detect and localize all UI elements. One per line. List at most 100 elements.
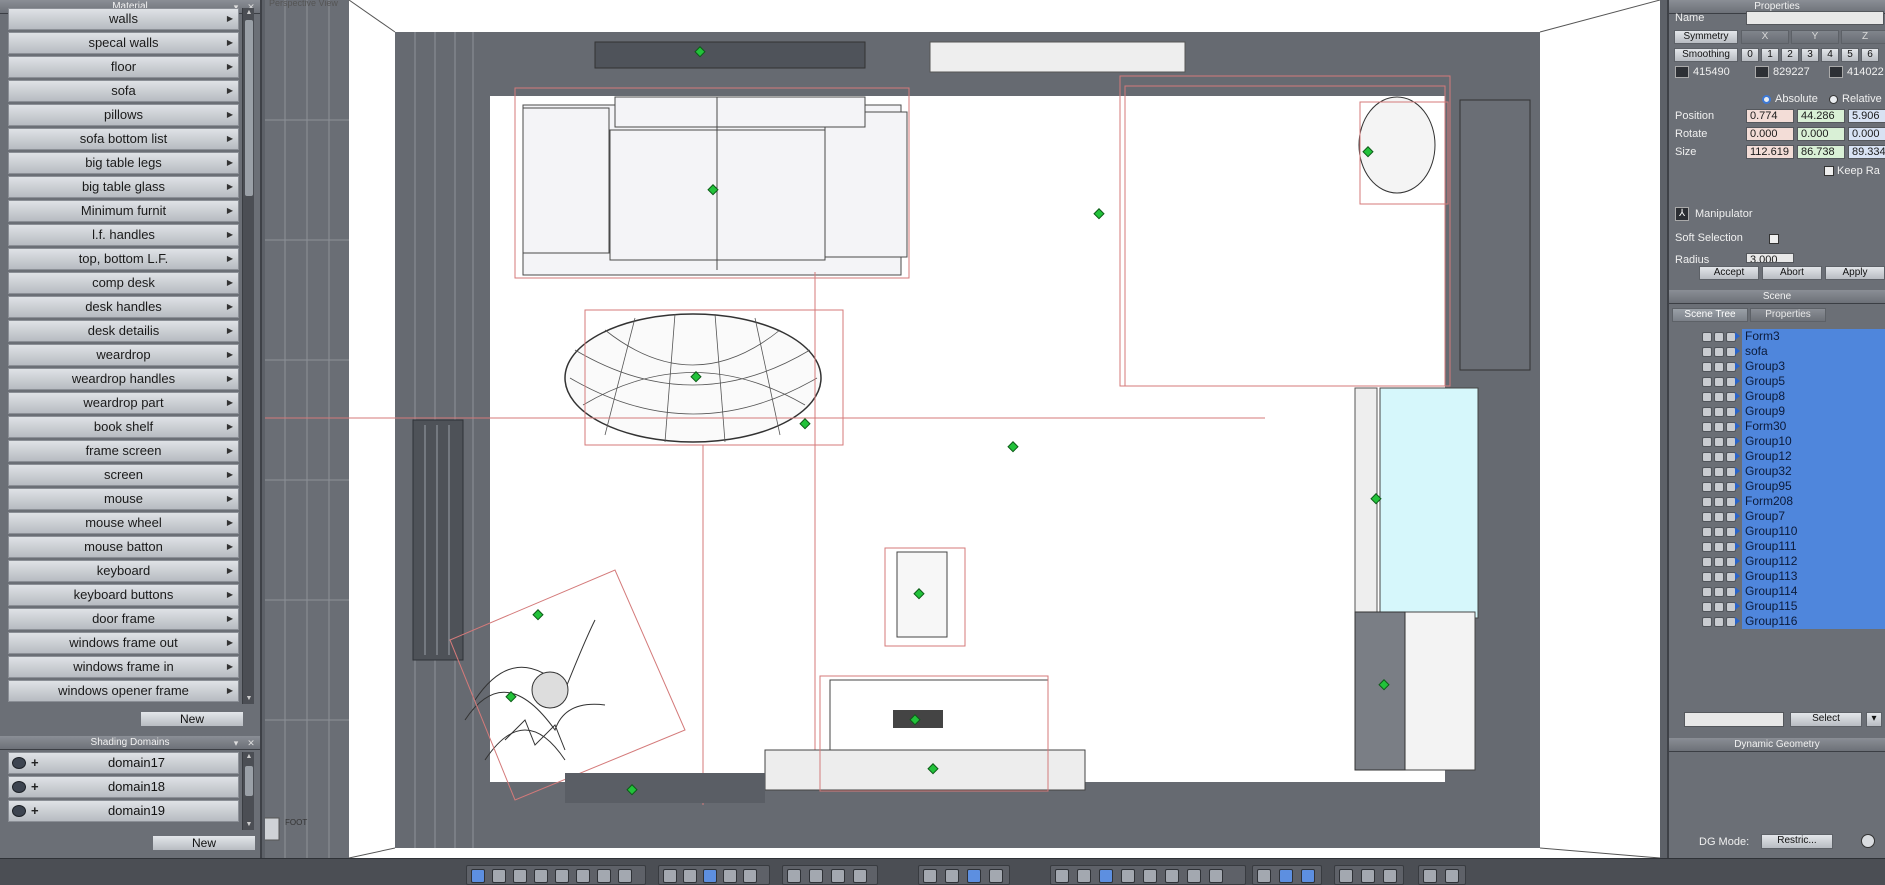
soft-selection-checkbox[interactable] (1769, 234, 1779, 244)
shaded-sphere-icon[interactable] (1187, 869, 1201, 883)
cube-icon[interactable] (1339, 869, 1353, 883)
scene-tree-row[interactable]: Group112 (1672, 554, 1885, 569)
material-item[interactable]: windows frame out ▶ (8, 632, 239, 654)
expand-arrow-icon[interactable]: ▶ (227, 369, 233, 389)
expand-arrow-icon[interactable]: ▶ (227, 585, 233, 605)
pencil-icon[interactable] (663, 869, 677, 883)
size-z-field[interactable]: 89.334 (1848, 145, 1885, 159)
settings-icon[interactable] (1445, 869, 1459, 883)
layout-split-icon[interactable] (513, 869, 527, 883)
palette-icon[interactable] (723, 869, 737, 883)
smooth-sphere-icon[interactable] (1165, 869, 1179, 883)
eye-icon[interactable] (12, 781, 26, 793)
material-new-button[interactable]: New (140, 711, 244, 727)
expand-arrow-icon[interactable]: ▶ (227, 129, 233, 149)
eye-icon[interactable] (1714, 542, 1724, 552)
expand-arrow-icon[interactable]: ▶ (227, 105, 233, 125)
grid-blue-icon[interactable] (703, 869, 717, 883)
lock-icon[interactable] (1702, 347, 1712, 357)
plus-icon[interactable]: + (31, 801, 39, 821)
lock-icon[interactable] (1702, 467, 1712, 477)
shading-scrollbar[interactable]: ▲ ▼ (242, 752, 254, 830)
layout-quad-icon[interactable] (492, 869, 506, 883)
scene-tree-row[interactable]: Form30 (1672, 419, 1885, 434)
smoothing-level-button[interactable]: 3 (1801, 48, 1819, 62)
expand-arrow-icon[interactable] (1735, 542, 1740, 550)
lock-icon[interactable] (1702, 512, 1712, 522)
symmetry-axis-z[interactable]: Z (1841, 30, 1885, 44)
eye-icon[interactable] (1714, 347, 1724, 357)
tab-properties[interactable]: Properties (1750, 308, 1826, 322)
scene-tree-row[interactable]: Group110 (1672, 524, 1885, 539)
light-icon[interactable] (1257, 869, 1271, 883)
rotate-z-field[interactable]: 0.000 (1848, 127, 1885, 141)
light-blue-icon[interactable] (1279, 869, 1293, 883)
lock-icon[interactable] (1702, 572, 1712, 582)
eye-icon[interactable] (1714, 527, 1724, 537)
expand-arrow-icon[interactable]: ▶ (227, 153, 233, 173)
expand-arrow-icon[interactable] (1735, 587, 1740, 595)
expand-arrow-icon[interactable] (1735, 467, 1740, 475)
eye-icon[interactable] (1714, 452, 1724, 462)
layout-single-icon[interactable] (471, 869, 485, 883)
layout-triple-icon[interactable] (555, 869, 569, 883)
scene-tree-row[interactable]: Group113 (1672, 569, 1885, 584)
basket-mesh[interactable] (1358, 96, 1436, 194)
lock-icon[interactable] (1702, 482, 1712, 492)
eye-icon[interactable] (1714, 407, 1724, 417)
material-item[interactable]: Minimum furnit ▶ (8, 200, 239, 222)
expand-arrow-icon[interactable] (1735, 497, 1740, 505)
absolute-radio[interactable] (1762, 95, 1771, 104)
expand-arrow-icon[interactable]: ▶ (227, 345, 233, 365)
menu-arrow-icon[interactable]: ▾ (230, 737, 242, 749)
scene-search-input[interactable] (1684, 712, 1784, 727)
expand-arrow-icon[interactable] (1735, 407, 1740, 415)
scene-tree-row[interactable]: Group8 (1672, 389, 1885, 404)
material-item[interactable]: specal walls ▶ (8, 32, 239, 54)
expand-arrow-icon[interactable]: ▶ (227, 489, 233, 509)
material-item[interactable]: windows frame in ▶ (8, 656, 239, 678)
eye-icon[interactable] (1714, 482, 1724, 492)
scene-tree-row[interactable]: Group7 (1672, 509, 1885, 524)
rotate-x-field[interactable]: 0.000 (1746, 127, 1794, 141)
lock-icon[interactable] (1702, 602, 1712, 612)
select-arrow-icon[interactable] (989, 869, 1003, 883)
select-dropdown-icon[interactable]: ▾ (1866, 712, 1882, 727)
symmetry-axis-x[interactable]: X (1741, 30, 1789, 44)
lock-icon[interactable] (1702, 452, 1712, 462)
move-icon[interactable] (923, 869, 937, 883)
lock-icon[interactable] (1702, 542, 1712, 552)
eye-icon[interactable] (1714, 437, 1724, 447)
material-item[interactable]: mouse batton ▶ (8, 536, 239, 558)
material-item[interactable]: weardrop ▶ (8, 344, 239, 366)
scene-tree-row[interactable]: Group5 (1672, 374, 1885, 389)
solid-sphere-icon[interactable] (1099, 869, 1113, 883)
expand-arrow-icon[interactable] (1735, 347, 1740, 355)
expand-arrow-icon[interactable] (1735, 452, 1740, 460)
lock-icon[interactable] (1702, 587, 1712, 597)
expand-arrow-icon[interactable]: ▶ (227, 441, 233, 461)
expand-arrow-icon[interactable]: ▶ (227, 657, 233, 677)
eye-icon[interactable] (12, 757, 26, 769)
link-icon[interactable] (853, 869, 867, 883)
smoothing-button[interactable]: Smoothing (1674, 48, 1738, 62)
expand-arrow-icon[interactable]: ▶ (227, 609, 233, 629)
scroll-thumb[interactable] (245, 766, 253, 796)
material-item[interactable]: top, bottom L.F. ▶ (8, 248, 239, 270)
position-y-field[interactable]: 44.286 (1797, 109, 1845, 123)
scene-tree-row[interactable]: Group32 (1672, 464, 1885, 479)
expand-arrow-icon[interactable]: ▶ (227, 57, 233, 77)
scene-tree-row[interactable]: Group9 (1672, 404, 1885, 419)
material-item[interactable]: sofa ▶ (8, 80, 239, 102)
eye-icon[interactable] (1714, 587, 1724, 597)
plus-icon[interactable]: + (31, 777, 39, 797)
expand-arrow-icon[interactable]: ▶ (227, 561, 233, 581)
shading-new-button[interactable]: New (152, 835, 256, 851)
expand-arrow-icon[interactable]: ▶ (227, 81, 233, 101)
lock-icon[interactable] (1702, 407, 1712, 417)
hand-icon[interactable] (831, 869, 845, 883)
layout-row-icon[interactable] (576, 869, 590, 883)
lock-icon[interactable] (1702, 557, 1712, 567)
lock-icon[interactable] (1702, 497, 1712, 507)
keep-ratio-checkbox[interactable] (1824, 166, 1834, 176)
